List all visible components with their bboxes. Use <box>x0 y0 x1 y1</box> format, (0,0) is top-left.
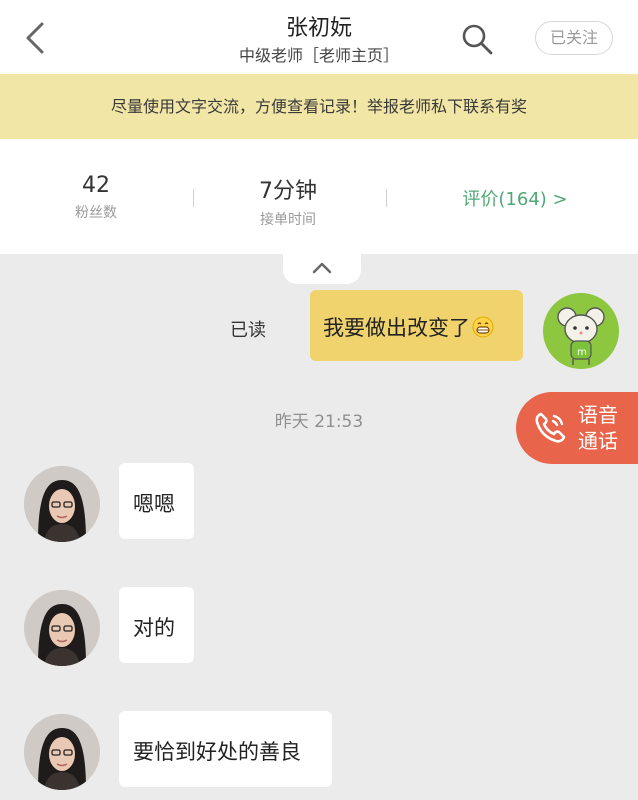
notice-banner: 尽量使用文字交流，方便查看记录！举报老师私下联系有奖 <box>0 74 638 139</box>
response-label: 接单时间 <box>260 212 316 228</box>
teacher-avatar[interactable] <box>24 590 100 666</box>
grin-emoji-icon <box>472 316 494 338</box>
teacher-avatar[interactable] <box>24 466 100 542</box>
teacher-avatar-icon <box>24 714 100 790</box>
svg-text:m: m <box>577 347 587 358</box>
voice-call-button[interactable]: 语音 通话 <box>516 392 638 464</box>
divider <box>193 189 194 207</box>
teacher-message-text: 对的 <box>133 616 175 640</box>
voice-call-line1: 语音 <box>578 403 618 427</box>
my-message-bubble[interactable]: 我要做出改变了 <box>310 290 523 361</box>
teacher-message-bubble[interactable]: 嗯嗯 <box>119 463 194 539</box>
teacher-avatar-icon <box>24 590 100 666</box>
teacher-message-text: 要恰到好处的善良 <box>133 740 301 764</box>
mouse-avatar-icon: m <box>557 307 605 365</box>
voice-call-label: 语音 通话 <box>578 402 618 454</box>
chevron-up-icon[interactable] <box>312 259 332 275</box>
my-message-text: 我要做出改变了 <box>323 316 470 340</box>
teacher-message-bubble[interactable]: 要恰到好处的善良 <box>119 711 332 787</box>
phone-icon <box>535 412 566 443</box>
teacher-message-text: 嗯嗯 <box>133 492 175 516</box>
voice-call-line2: 通话 <box>578 429 618 453</box>
teacher-avatar[interactable] <box>24 714 100 790</box>
teacher-message-bubble[interactable]: 对的 <box>119 587 194 663</box>
rating-link[interactable]: 评价(164) > <box>440 185 590 211</box>
search-icon[interactable] <box>460 22 494 56</box>
response-time: 7分钟 <box>259 179 317 204</box>
fans-count: 42 <box>82 173 110 198</box>
fans-stat: 42 粉丝数 <box>40 173 152 222</box>
my-avatar[interactable]: m <box>543 293 619 369</box>
divider <box>386 189 387 207</box>
read-status: 已读 <box>230 320 266 341</box>
top-bar: 张初妧 中级老师［老师主页］ 已关注 <box>0 0 638 74</box>
teacher-avatar-icon <box>24 466 100 542</box>
follow-button[interactable]: 已关注 <box>535 21 613 55</box>
fans-label: 粉丝数 <box>75 205 117 221</box>
teacher-stats: 42 粉丝数 7分钟 接单时间 评价(164) > <box>0 139 638 254</box>
response-stat: 7分钟 接单时间 <box>232 173 344 229</box>
